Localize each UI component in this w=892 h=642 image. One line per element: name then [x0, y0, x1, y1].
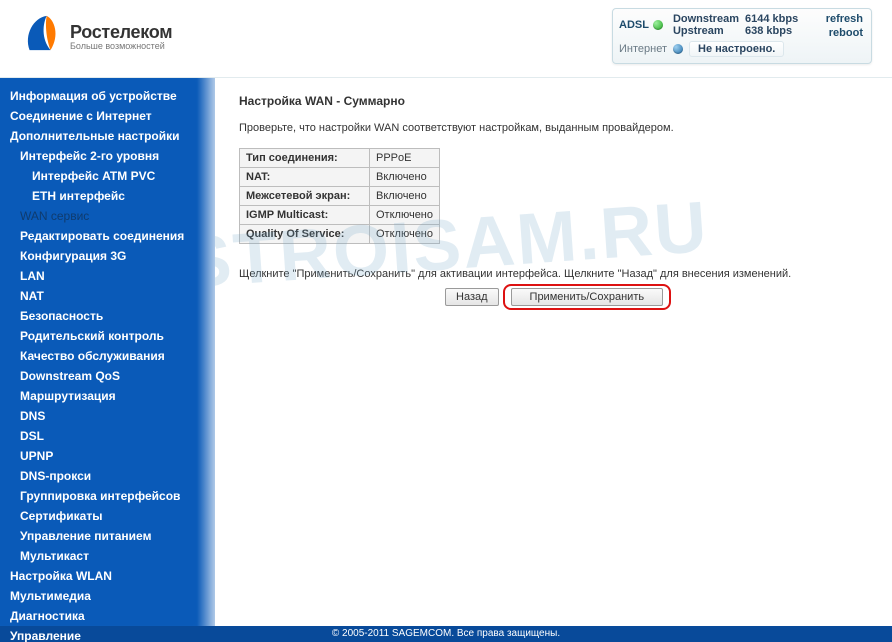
internet-label: Интернет [619, 43, 667, 55]
nav-multicast[interactable]: Мультикаст [0, 546, 215, 566]
nav-lan[interactable]: LAN [0, 266, 215, 286]
nav-edit-connections[interactable]: Редактировать соединения [0, 226, 215, 246]
row-key: IGMP Multicast: [240, 206, 370, 225]
page-title: Настройка WAN - Суммарно [239, 94, 868, 108]
nav-atm-pvc[interactable]: Интерфейс ATM PVC [0, 166, 215, 186]
row-val: Включено [370, 187, 440, 206]
nav-wan-service[interactable]: WAN сервис [0, 206, 215, 226]
nav-layer2-interface[interactable]: Интерфейс 2-го уровня [0, 146, 215, 166]
apply-highlight-icon: Применить/Сохранить [503, 284, 672, 310]
table-row: Quality Of Service:Отключено [240, 225, 440, 244]
upstream-value: 638 kbps [745, 25, 798, 37]
page-description: Проверьте, что настройки WAN соответству… [239, 122, 868, 134]
internet-status-value: Не настроено. [689, 41, 784, 57]
brand-name: Ростелеком [70, 22, 172, 43]
action-instruction: Щелкните "Применить/Сохранить" для актив… [239, 268, 868, 280]
nav-3g-config[interactable]: Конфигурация 3G [0, 246, 215, 266]
row-key: Quality Of Service: [240, 225, 370, 244]
nav-routing[interactable]: Маршрутизация [0, 386, 215, 406]
adsl-label: ADSL [619, 19, 649, 31]
nav-upnp[interactable]: UPNP [0, 446, 215, 466]
row-key: NAT: [240, 168, 370, 187]
nav-advanced-settings[interactable]: Дополнительные настройки [0, 126, 215, 146]
nav-nat[interactable]: NAT [0, 286, 215, 306]
back-button[interactable]: Назад [445, 288, 499, 306]
nav-internet-connection[interactable]: Соединение с Интернет [0, 106, 215, 126]
nav-device-info[interactable]: Информация об устройстве [0, 86, 215, 106]
brand-tagline: Больше возможностей [70, 41, 172, 51]
nav-security[interactable]: Безопасность [0, 306, 215, 326]
nav-eth-interface[interactable]: ETH интерфейс [0, 186, 215, 206]
table-row: Тип соединения:PPPoE [240, 149, 440, 168]
row-val: Включено [370, 168, 440, 187]
nav-multimedia[interactable]: Мультимедиа [0, 586, 215, 606]
nav-parental-control[interactable]: Родительский контроль [0, 326, 215, 346]
row-val: PPPoE [370, 149, 440, 168]
downstream-label: Downstream [673, 13, 739, 25]
row-val: Отключено [370, 225, 440, 244]
upstream-label: Upstream [673, 25, 739, 37]
nav-certificates[interactable]: Сертификаты [0, 506, 215, 526]
nav-management[interactable]: Управление [0, 626, 215, 642]
wan-summary-table: Тип соединения:PPPoE NAT:Включено Межсет… [239, 148, 440, 244]
status-panel: refresh reboot ADSL Downstream 6144 kbps… [612, 8, 872, 64]
internet-led-icon [673, 44, 683, 54]
nav-dns-proxy[interactable]: DNS-прокси [0, 466, 215, 486]
table-row: Межсетевой экран:Включено [240, 187, 440, 206]
row-key: Межсетевой экран: [240, 187, 370, 206]
table-row: NAT:Включено [240, 168, 440, 187]
table-row: IGMP Multicast:Отключено [240, 206, 440, 225]
nav-dsl[interactable]: DSL [0, 426, 215, 446]
refresh-link[interactable]: refresh [826, 13, 863, 25]
adsl-led-icon [653, 20, 663, 30]
nav-power-management[interactable]: Управление питанием [0, 526, 215, 546]
rostelecom-logo-icon [22, 12, 60, 54]
top-bar: Ростелеком Больше возможностей refresh r… [0, 0, 892, 78]
nav-interface-grouping[interactable]: Группировка интерфейсов [0, 486, 215, 506]
apply-save-button[interactable]: Применить/Сохранить [511, 288, 664, 306]
row-key: Тип соединения: [240, 149, 370, 168]
main-content: NASTROISAM.RU Настройка WAN - Суммарно П… [215, 78, 892, 626]
nav-wlan-setup[interactable]: Настройка WLAN [0, 566, 215, 586]
row-val: Отключено [370, 206, 440, 225]
reboot-link[interactable]: reboot [829, 27, 863, 39]
sidebar-nav: Информация об устройстве Соединение с Ин… [0, 78, 215, 626]
nav-qos[interactable]: Качество обслуживания [0, 346, 215, 366]
downstream-value: 6144 kbps [745, 13, 798, 25]
brand-logo: Ростелеком Больше возможностей [22, 12, 172, 54]
nav-downstream-qos[interactable]: Downstream QoS [0, 366, 215, 386]
nav-diagnostics[interactable]: Диагностика [0, 606, 215, 626]
nav-dns[interactable]: DNS [0, 406, 215, 426]
